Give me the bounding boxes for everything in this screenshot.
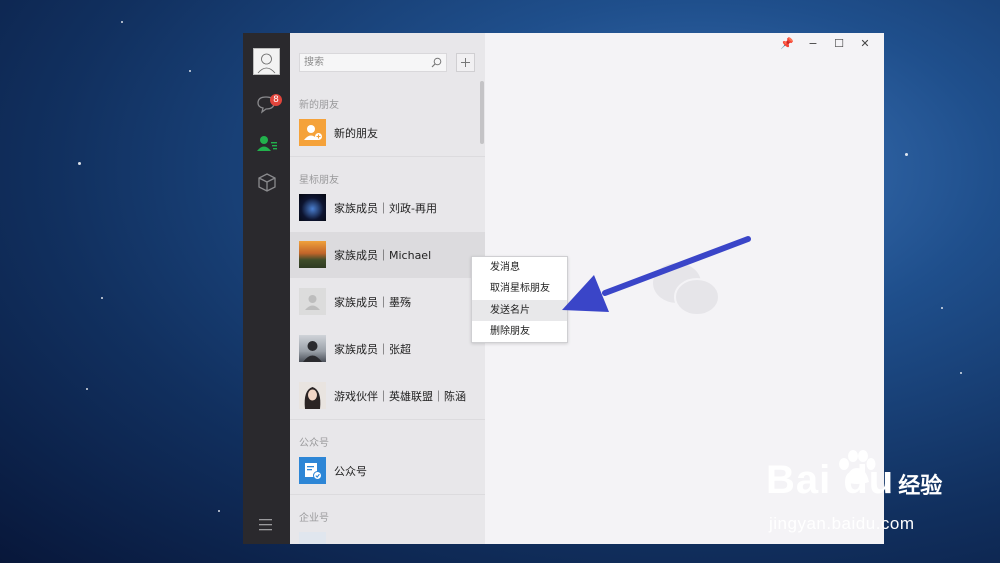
annotation-arrow-icon <box>562 236 751 312</box>
new-friends-icon <box>299 119 326 146</box>
menu-item-unstar-friend[interactable]: 取消星标朋友 <box>472 278 567 299</box>
list-item-contact-selected[interactable]: 家族成员｜Michael <box>290 232 485 278</box>
contacts-icon[interactable] <box>255 132 279 156</box>
minimize-button[interactable]: − <box>800 36 826 52</box>
window-controls: 📌 − ☐ ✕ <box>774 36 878 52</box>
baidu-jingyan-watermark: Bai du 经验 jingyan.baidu.com <box>766 450 943 533</box>
icon-sidebar: 8 <box>243 33 290 544</box>
paw-logo-icon <box>839 450 876 484</box>
search-input[interactable] <box>303 55 425 70</box>
contact-name: 家族成员｜张超 <box>334 343 411 356</box>
menu-item-send-message[interactable]: 发消息 <box>472 257 567 278</box>
contact-name: 新的朋友 <box>334 127 378 140</box>
contact-name: 公众号 <box>334 465 367 478</box>
list-item-contact[interactable]: 游戏伙伴｜英雄联盟｜陈涵 <box>290 373 485 419</box>
watermark-url: jingyan.baidu.com <box>769 514 915 533</box>
list-item-contact[interactable]: 家族成员｜张超 <box>290 326 485 372</box>
unread-badge: 8 <box>270 94 282 106</box>
divider <box>290 494 485 495</box>
divider <box>290 156 485 157</box>
contact-name: 家族成员｜Michael <box>334 249 432 262</box>
official-account-icon <box>299 457 326 484</box>
menu-item-send-card[interactable]: 发送名片 <box>472 299 567 321</box>
section-label-official: 公众号 <box>299 438 329 449</box>
contact-name: 游戏伙伴｜英雄联盟｜陈涵 <box>334 390 466 403</box>
list-item-contact[interactable]: 家族成员｜墨殇 <box>290 279 485 325</box>
maximize-button[interactable]: ☐ <box>826 36 852 52</box>
jingyan-text: 经验 <box>898 474 943 499</box>
section-label-enterprise: 企业号 <box>299 513 329 524</box>
search-box[interactable] <box>299 53 447 72</box>
context-menu: 发消息 取消星标朋友 发送名片 删除朋友 <box>471 256 568 343</box>
pin-icon[interactable]: 📌 <box>774 36 800 52</box>
add-button[interactable] <box>456 53 475 72</box>
contact-avatar <box>299 194 326 221</box>
section-label-new-friends: 新的朋友 <box>299 100 339 111</box>
contact-avatar <box>299 335 326 362</box>
section-label-starred: 星标朋友 <box>299 175 339 186</box>
default-avatar-icon <box>299 288 326 315</box>
close-button[interactable]: ✕ <box>852 36 878 52</box>
contact-list-panel: 新的朋友 新的朋友 星标朋友 家族成员｜刘政-再用 家族成员｜Michael 家… <box>290 33 485 544</box>
list-item-enterprise-partial[interactable] <box>290 523 485 544</box>
divider <box>290 419 485 420</box>
list-item-official-accounts[interactable]: 公众号 <box>290 448 485 494</box>
list-item-new-friends[interactable]: 新的朋友 <box>290 110 485 156</box>
contact-name: 家族成员｜刘政-再用 <box>334 202 437 215</box>
contact-avatar <box>299 382 326 409</box>
search-icon <box>431 57 442 68</box>
contact-avatar <box>299 241 326 268</box>
list-item-contact[interactable]: 家族成员｜刘政-再用 <box>290 185 485 231</box>
box-icon[interactable] <box>255 171 279 195</box>
menu-icon[interactable] <box>257 517 275 531</box>
contact-name: 家族成员｜墨殇 <box>334 296 411 309</box>
user-avatar[interactable] <box>253 48 280 75</box>
enterprise-account-icon <box>299 532 326 544</box>
menu-item-delete-friend[interactable]: 删除朋友 <box>472 321 567 342</box>
